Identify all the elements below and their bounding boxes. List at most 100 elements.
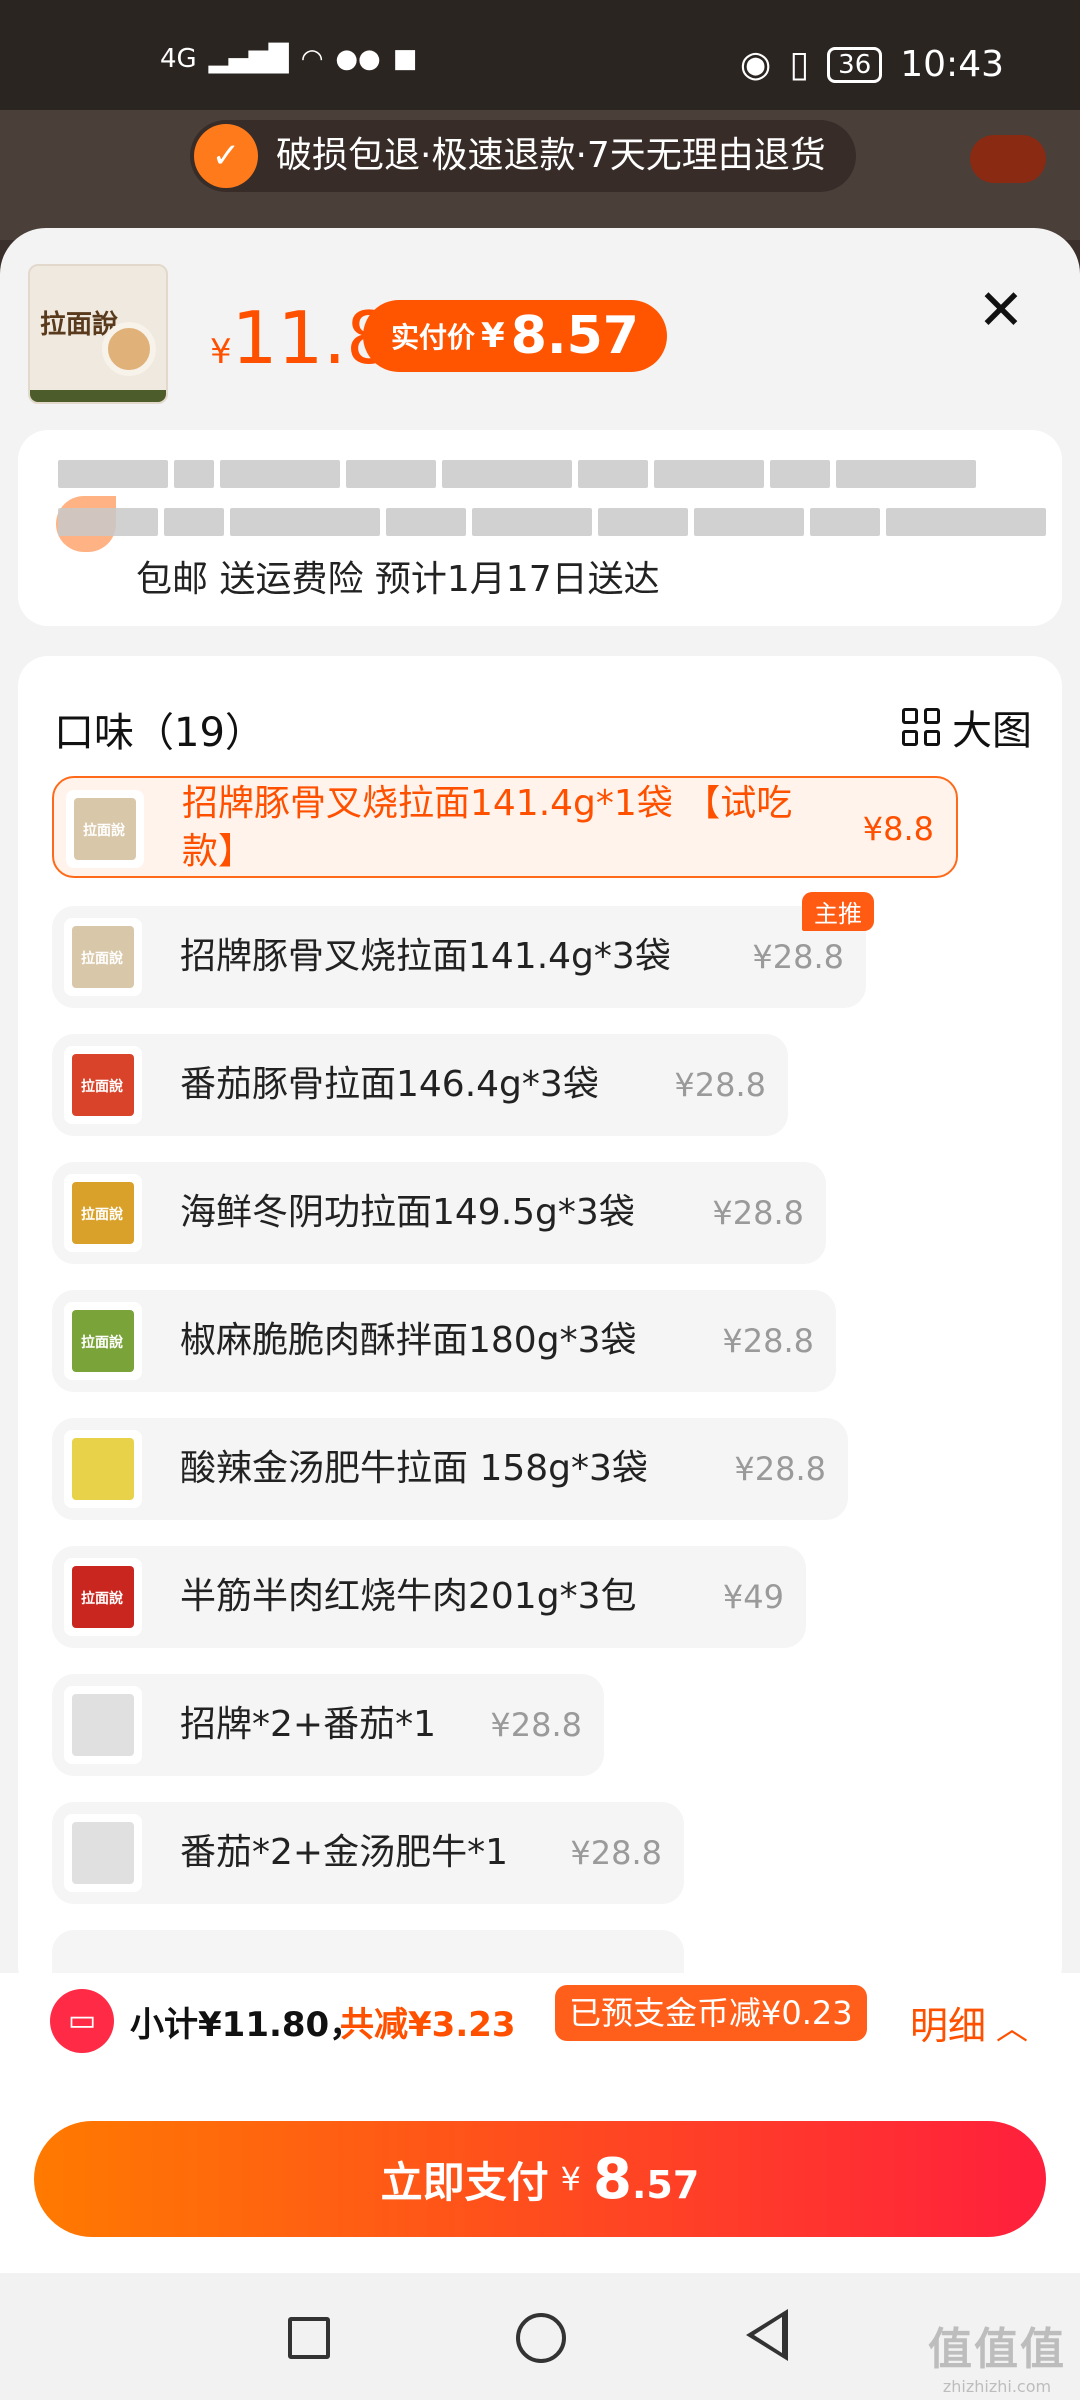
option-package-brand: 拉面說 [81, 1591, 123, 1607]
product-thumbnail[interactable]: 拉面說 [28, 264, 168, 404]
pay-area: 立即支付 ¥ 8.57 [0, 2073, 1080, 2273]
option-package-image [72, 1822, 134, 1884]
option-price: ¥49 [722, 1578, 784, 1616]
promo-text: 破损包退·极速退款·7天无理由退货 [276, 135, 826, 176]
wechat-icon: ●● [335, 44, 381, 74]
big-view-button[interactable]: 大图 [902, 698, 1032, 756]
more-menu-icon [970, 135, 1046, 183]
option-thumbnail [64, 1430, 142, 1508]
flavor-option[interactable]: 拉面說 招牌豚骨叉烧拉面141.4g*1袋 【试吃款】 ¥8.8 [52, 776, 958, 878]
option-thumbnail: 拉面說 [66, 790, 144, 868]
flavor-option[interactable]: 番茄*2+金汤肥牛*1 ¥28.8 [52, 1802, 684, 1904]
baidu-icon: ■ [392, 44, 418, 74]
option-price: ¥28.8 [570, 1834, 662, 1872]
pay-amount-dec: .57 [632, 2162, 700, 2207]
noodle-bowl-image [102, 322, 156, 376]
clock: 10:43 [900, 44, 1004, 85]
detail-toggle[interactable]: 明细 ︿ [910, 1995, 1028, 2050]
option-name: 番茄豚骨拉面146.4g*3袋 [180, 1064, 599, 1105]
network-label: 4G [160, 44, 197, 74]
flavor-option[interactable]: 酸辣金汤肥牛拉面 158g*3袋 ¥28.8 [52, 1418, 848, 1520]
eye-icon: ◉ [739, 44, 772, 85]
option-thumbnail: 拉面說 [64, 918, 142, 996]
battery-indicator: 36 [827, 46, 883, 83]
flavor-option[interactable]: 拉面說 半筋半肉红烧牛肉201g*3包 ¥49 [52, 1546, 806, 1648]
shipping-text: 包邮 送运费险 预计1月17日送达 [136, 559, 660, 600]
back-icon[interactable] [746, 2309, 788, 2361]
pay-now-button[interactable]: 立即支付 ¥ 8.57 [34, 2121, 1046, 2237]
flavor-title: 口味（19） [54, 710, 265, 756]
option-name: 酸辣金汤肥牛拉面 158g*3袋 [180, 1448, 648, 1489]
status-right: ◉ ▯ 36 10:43 [740, 44, 1004, 85]
flavor-options-card: 口味（19） 大图 拉面說 招牌豚骨叉烧拉面141.4g*1袋 【试吃款】 ¥8… [18, 656, 1062, 1973]
flavor-option[interactable]: 主推 拉面說 招牌豚骨叉烧拉面141.4g*3袋 ¥28.8 [52, 892, 874, 1008]
chevron-up-icon: ︿ [996, 2009, 1029, 2047]
shield-check-icon: ✓ [194, 124, 258, 188]
option-package-brand: 拉面說 [81, 1335, 123, 1351]
summary-bar: ▭ 小计¥11.80， 共减¥3.23 已预支金币减¥0.23 明细 ︿ [0, 1973, 1080, 2073]
option-price: ¥28.8 [490, 1706, 582, 1744]
flavor-option[interactable]: 拉面說 椒麻脆脆肉酥拌面180g*3袋 ¥28.8 [52, 1290, 836, 1392]
option-package-image [72, 1694, 134, 1756]
signal-icon: ▂▄▆█ [208, 44, 289, 74]
option-name: 招牌豚骨叉烧拉面141.4g*1袋 【试吃款】 [182, 783, 793, 872]
option-price: ¥28.8 [752, 938, 844, 976]
option-thumbnail: 拉面說 [64, 1174, 142, 1252]
grid-icon [902, 708, 940, 746]
option-name: 海鲜冬阴功拉面149.5g*3袋 [180, 1192, 635, 1233]
vibrate-icon: ▯ [789, 44, 810, 85]
option-package-brand: 拉面說 [81, 1079, 123, 1095]
paid-price-currency: ¥ [481, 316, 505, 356]
paid-price-label: 实付价 [391, 321, 476, 354]
status-bar: 4G ▂▄▆█ ◠ ●● ■ ◉ ▯ 36 10:43 [0, 0, 1080, 110]
option-name: 招牌豚骨叉烧拉面141.4g*3袋 [180, 936, 671, 977]
flavor-option[interactable]: 拉面說 番茄豚骨拉面146.4g*3袋 ¥28.8 [52, 1034, 788, 1136]
watermark-url: zhizhizhi.com [942, 2377, 1052, 2396]
system-nav-bar: 值值值 zhizhizhi.com [0, 2273, 1080, 2400]
paid-price-value: 8.57 [510, 306, 639, 366]
option-package-image [72, 1438, 134, 1500]
option-name: 椒麻脆脆肉酥拌面180g*3袋 [180, 1320, 637, 1361]
option-price: ¥28.8 [734, 1450, 826, 1488]
pay-label: 立即支付 [380, 2157, 549, 2207]
option-package-brand: 拉面說 [83, 823, 125, 839]
option-thumbnail [64, 1686, 142, 1764]
option-package-brand: 拉面說 [81, 1207, 123, 1223]
flavor-option[interactable]: 招牌*2+番茄*1 ¥28.8 [52, 1674, 604, 1776]
coin-discount-badge: 已预支金币减¥0.23 [555, 1985, 867, 2041]
recent-apps-icon[interactable] [288, 2317, 330, 2359]
home-icon[interactable] [516, 2313, 566, 2363]
pay-currency: ¥ [560, 2160, 582, 2198]
address-blurred [58, 460, 1058, 550]
option-name: 番茄*2+金汤肥牛*1 [180, 1832, 508, 1873]
option-thumbnail: 拉面說 [64, 1302, 142, 1380]
option-price: ¥8.8 [862, 810, 934, 848]
watermark: 值值值 zhizhizhi.com [928, 2313, 1066, 2396]
option-price: ¥28.8 [712, 1194, 804, 1232]
total-reduction: 共减¥3.23 [340, 2005, 516, 2045]
close-icon[interactable]: ✕ [966, 276, 1036, 346]
detail-label: 明细 [910, 2004, 987, 2048]
big-view-label: 大图 [952, 708, 1032, 754]
option-price: ¥28.8 [674, 1066, 766, 1104]
watermark-logo: 值值值 [928, 2324, 1066, 2375]
option-price: ¥28.8 [722, 1322, 814, 1360]
option-thumbnail [64, 1814, 142, 1892]
flavor-option[interactable]: 拉面說 海鲜冬阴功拉面149.5g*3袋 ¥28.8 [52, 1162, 826, 1264]
package-stripe [30, 390, 166, 402]
pay-amount-int: 8 [593, 2146, 632, 2212]
coupon-icon[interactable]: ▭ [50, 1989, 114, 2053]
promo-banner: ✓ 破损包退·极速退款·7天无理由退货 [190, 120, 856, 192]
shipping-card[interactable]: 包邮 送运费险 预计1月17日送达 [18, 430, 1062, 626]
option-thumbnail: 拉面說 [64, 1046, 142, 1124]
option-thumbnail: 拉面說 [64, 1558, 142, 1636]
flavor-option-partial[interactable] [52, 1930, 684, 1973]
option-name: 招牌*2+番茄*1 [180, 1704, 436, 1745]
status-left: 4G ▂▄▆█ ◠ ●● ■ [160, 44, 417, 74]
option-name: 半筋半肉红烧牛肉201g*3包 [180, 1576, 637, 1617]
sku-sheet: 拉面說 ¥11.8 实付价 ¥ 8.57 ✕ 包邮 送运费险 预计1月17日送达… [0, 228, 1080, 1973]
sheet-header: 拉面說 ¥11.8 实付价 ¥ 8.57 ✕ [0, 228, 1080, 418]
price-currency: ¥ [210, 332, 232, 372]
subtotal: 小计¥11.80， [130, 2005, 364, 2045]
paid-price-pill: 实付价 ¥ 8.57 [363, 300, 667, 372]
